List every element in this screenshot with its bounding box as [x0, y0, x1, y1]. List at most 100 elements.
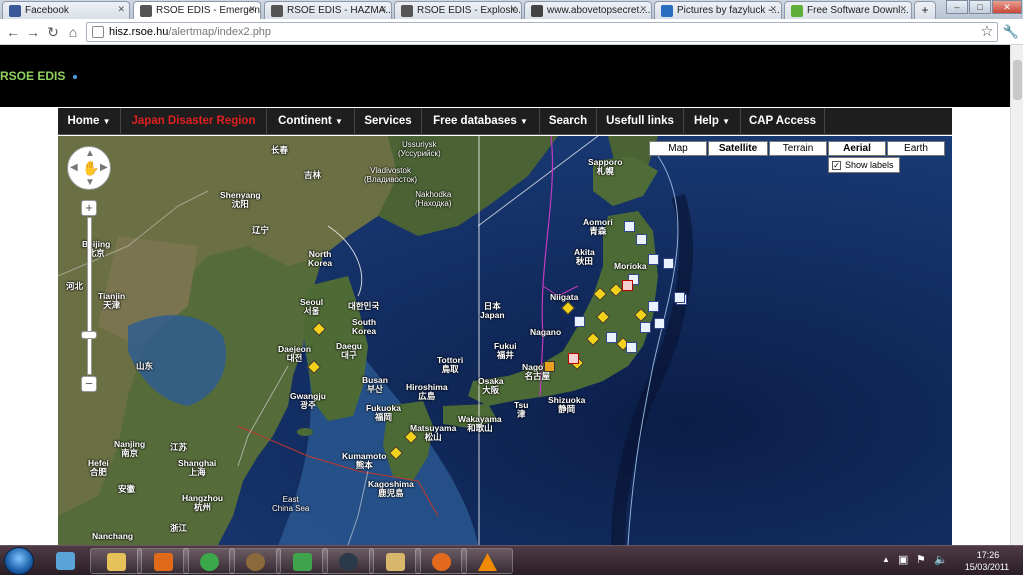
clock-date[interactable]: 15/03/2011	[958, 562, 1016, 572]
hand-icon[interactable]: ✋	[82, 160, 99, 177]
show-labels-toggle[interactable]: ✓ Show labels	[828, 157, 900, 173]
nav-cap-access[interactable]: CAP Access	[741, 108, 825, 135]
close-tab-icon[interactable]: ✕	[248, 4, 256, 15]
wrench-icon[interactable]: 🔧	[1002, 23, 1020, 41]
pan-down-icon[interactable]: ▼	[85, 177, 95, 188]
close-tab-icon[interactable]: ✕	[509, 4, 517, 15]
clock-time[interactable]: 17:26	[966, 550, 1010, 560]
home-icon[interactable]: ⌂	[64, 23, 82, 41]
map-label-aomori: Aomori 青森	[583, 217, 613, 236]
volume-icon[interactable]: 🔈	[934, 553, 948, 566]
map-type-aerial-button[interactable]: Aerial	[828, 141, 886, 156]
close-tab-icon[interactable]: ✕	[639, 4, 647, 15]
site-title[interactable]: RSOE EDIS	[0, 69, 77, 83]
radiation-marker-icon[interactable]	[574, 316, 585, 327]
tab-rsoe-hazmat[interactable]: RSOE EDIS - HAZMA... ✕	[264, 1, 392, 19]
mail-icon	[56, 552, 75, 570]
minimize-button[interactable]: –	[946, 0, 968, 14]
pan-up-icon[interactable]: ▲	[85, 148, 95, 159]
map-type-map-button[interactable]: Map	[649, 141, 707, 156]
taskbar-messenger[interactable]	[276, 548, 328, 574]
zoom-in-button[interactable]: +	[81, 200, 97, 216]
nav-japan-disaster-region[interactable]: Japan Disaster Region	[121, 108, 267, 135]
map-label-akita: Akita 秋田	[574, 247, 595, 266]
close-tab-icon[interactable]: ✕	[769, 4, 777, 15]
pan-right-icon[interactable]: ▶	[100, 162, 108, 173]
event-marker-icon[interactable]	[544, 361, 555, 372]
radiation-marker-icon[interactable]	[626, 342, 637, 353]
nav-help[interactable]: Help ▼	[684, 108, 741, 135]
close-window-button[interactable]: ✕	[992, 0, 1022, 14]
radiation-marker-icon[interactable]	[674, 292, 685, 303]
alert-marker-icon[interactable]	[622, 280, 633, 291]
scrollbar-thumb[interactable]	[1013, 60, 1022, 100]
ats-favicon-icon	[531, 5, 543, 17]
new-tab-button[interactable]: +	[914, 1, 936, 19]
map-label-vladivostok: Vladivostok (Владивосток)	[364, 166, 418, 184]
back-arrow-icon[interactable]: ←	[4, 23, 22, 41]
radiation-marker-icon[interactable]	[654, 318, 665, 329]
start-button[interactable]	[4, 547, 34, 575]
tab-facebook[interactable]: Facebook ✕	[2, 1, 130, 19]
nav-continent[interactable]: Continent ▼	[267, 108, 355, 135]
dropdown-arrow-icon: ▼	[520, 117, 528, 126]
tab-rsoe-explosion[interactable]: RSOE EDIS - Explosio... ✕	[394, 1, 522, 19]
map-label-seoul: Seoul 서울	[300, 297, 324, 316]
zoom-slider-handle[interactable]	[81, 331, 97, 339]
dropdown-arrow-icon: ▼	[102, 117, 111, 126]
taskbar-vlc[interactable]	[461, 548, 513, 574]
taskbar-chrome[interactable]	[183, 548, 235, 574]
close-tab-icon[interactable]: ✕	[899, 4, 907, 15]
url-path: /alertmap/index2.php	[168, 26, 272, 38]
map-type-satellite-button[interactable]: Satellite	[708, 141, 768, 156]
zoom-slider-track[interactable]	[87, 217, 92, 375]
alert-map[interactable]: Sapporo 札幌 Ussuriysk (Уссурийск) Vladivost…	[58, 136, 952, 545]
tab-abovetopsecret[interactable]: www.abovetopsecret.... ✕	[524, 1, 652, 19]
page-scrollbar[interactable]	[1010, 45, 1023, 545]
nav-services[interactable]: Services	[355, 108, 422, 135]
map-label-kumamoto: Kumamoto 熊本	[342, 451, 387, 470]
map-type-terrain-button[interactable]: Terrain	[769, 141, 827, 156]
radiation-marker-icon[interactable]	[648, 301, 659, 312]
nav-free-databases[interactable]: Free databases ▼	[422, 108, 540, 135]
steam-icon	[339, 553, 358, 571]
radiation-marker-icon[interactable]	[624, 221, 635, 232]
action-center-flag-icon[interactable]: ⚑	[916, 553, 926, 566]
radiation-marker-icon[interactable]	[636, 234, 647, 245]
network-icon[interactable]: ▣	[898, 553, 908, 566]
nav-usefull-links[interactable]: Usefull links	[597, 108, 684, 135]
taskbar-firefox[interactable]	[415, 548, 467, 574]
zoom-out-button[interactable]: −	[81, 376, 97, 392]
taskbar-steam[interactable]	[322, 548, 374, 574]
close-tab-icon[interactable]: ✕	[117, 4, 125, 15]
show-hidden-icons-icon[interactable]: ▲	[882, 555, 890, 564]
radiation-marker-icon[interactable]	[663, 258, 674, 269]
bookmark-star-icon[interactable]: ☆	[978, 23, 996, 41]
system-tray: ▲ ▣ ⚑ 🔈 17:26 15/03/2011	[880, 546, 1023, 576]
nav-home[interactable]: Home ▼	[58, 108, 121, 135]
tab-free-software[interactable]: Free Software Downl... ✕	[784, 1, 912, 19]
pan-left-icon[interactable]: ◀	[70, 162, 78, 173]
radiation-marker-icon[interactable]	[648, 254, 659, 265]
alert-marker-icon[interactable]	[568, 353, 579, 364]
tab-pictures[interactable]: Pictures by fazyluck -... ✕	[654, 1, 782, 19]
maximize-button[interactable]: □	[969, 0, 991, 14]
forward-arrow-icon[interactable]: →	[24, 23, 42, 41]
close-tab-icon[interactable]: ✕	[379, 4, 387, 15]
taskbar-media-player[interactable]	[137, 548, 189, 574]
taskbar-paint[interactable]	[369, 548, 421, 574]
map-label-anhui: 安徽	[118, 484, 136, 494]
radiation-marker-icon[interactable]	[640, 322, 651, 333]
map-type-earth-button[interactable]: Earth	[887, 141, 945, 156]
tab-title: www.abovetopsecret....	[547, 5, 651, 16]
address-bar[interactable]: hisz.rsoe.hu/alertmap/index2.php	[86, 22, 998, 42]
taskbar-mail[interactable]	[40, 548, 90, 574]
taskbar-onion-app[interactable]	[229, 548, 281, 574]
taskbar-explorer[interactable]	[90, 548, 142, 574]
radiation-marker-icon[interactable]	[606, 332, 617, 343]
checkbox-checked-icon[interactable]: ✓	[832, 161, 841, 170]
tab-rsoe-emergency[interactable]: RSOE EDIS - Emergen... ✕	[133, 1, 261, 19]
nav-search[interactable]: Search	[540, 108, 597, 135]
reload-icon[interactable]: ↻	[44, 23, 62, 41]
pan-control[interactable]: ▲ ▼ ◀ ▶ ✋	[67, 146, 111, 190]
